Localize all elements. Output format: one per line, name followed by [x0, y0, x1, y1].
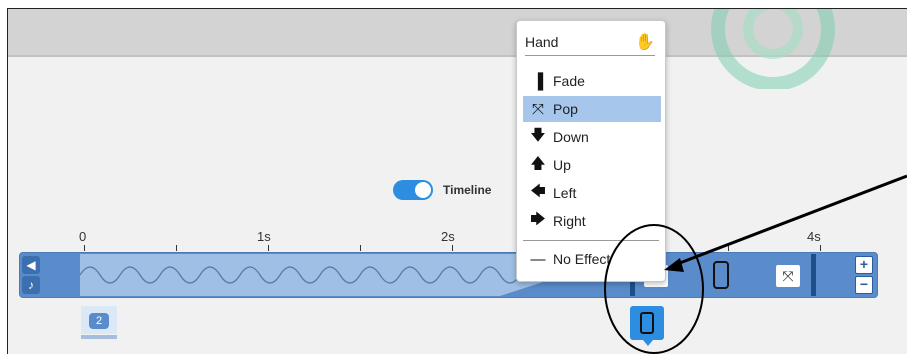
timeline-label: Timeline — [443, 183, 492, 197]
tick-label-1s: 1s — [257, 229, 271, 244]
menu-item-label: Left — [553, 185, 577, 201]
effect-menu: Hand ✋ ▐ Fade ⤧ Pop 🡇 Down 🡅 Up 🡄 Left 🡆… — [516, 20, 666, 282]
tick-label-4s: 4s — [807, 229, 821, 244]
ruler-tick — [176, 245, 177, 251]
menu-item-label: Pop — [553, 101, 578, 117]
pop-icon: ⤧ — [531, 100, 544, 118]
timeline-toggle-group[interactable]: Timeline — [393, 180, 491, 200]
menu-header-label: Hand — [525, 34, 559, 50]
menu-item-label: Up — [553, 157, 571, 173]
menu-item-label: Down — [553, 129, 589, 145]
ruler-tick — [452, 245, 453, 251]
phone-device-card[interactable] — [630, 306, 664, 346]
menu-item-left[interactable]: 🡄 Left — [523, 180, 661, 206]
card-pointer — [643, 340, 653, 346]
arrow-right-icon: 🡆 — [530, 210, 546, 228]
arrow-down-icon: 🡇 — [530, 126, 546, 144]
zoom-in-button[interactable]: + — [855, 256, 873, 274]
pop-effect-end-icon[interactable]: ⤧ — [776, 265, 800, 287]
menu-item-pop[interactable]: ⤧ Pop — [523, 96, 661, 122]
menu-item-down[interactable]: 🡇 Down — [523, 124, 661, 150]
phone-icon — [640, 312, 654, 334]
menu-item-no-effect[interactable]: — No Effect — [523, 246, 661, 272]
marker-count: 2 — [89, 313, 109, 329]
minus-icon: — — [530, 250, 546, 268]
device-phone-icon[interactable] — [713, 261, 729, 289]
menu-header: Hand ✋ — [525, 29, 655, 56]
time-ruler: 0 1s 2s 4s — [18, 229, 888, 251]
toggle-knob — [415, 182, 431, 198]
ruler-tick — [360, 245, 361, 251]
collapse-left-button[interactable]: ◀ — [22, 256, 40, 274]
audio-button[interactable]: ♪ — [22, 276, 40, 294]
marker-underline — [81, 335, 117, 339]
ruler-tick — [84, 245, 85, 251]
zoom-out-button[interactable]: − — [855, 276, 873, 294]
menu-item-right[interactable]: 🡆 Right — [523, 208, 661, 234]
fade-icon: ▐ — [532, 72, 544, 90]
menu-item-up[interactable]: 🡅 Up — [523, 152, 661, 178]
arrow-up-icon: 🡅 — [530, 154, 546, 172]
clip-end-handle[interactable] — [811, 254, 816, 296]
top-panel — [8, 9, 907, 89]
menu-divider — [523, 240, 659, 241]
slide-marker[interactable]: 2 — [81, 306, 117, 339]
ruler-tick — [268, 245, 269, 251]
menu-item-fade[interactable]: ▐ Fade — [523, 68, 661, 94]
ruler-tick — [820, 245, 821, 251]
arrow-left-icon: 🡄 — [530, 182, 546, 200]
hand-icon: ✋ — [635, 34, 655, 51]
timeline-toggle[interactable] — [393, 180, 433, 200]
tick-label-0: 0 — [79, 229, 87, 244]
decorative-graphic — [711, 9, 835, 89]
ruler-tick — [728, 245, 729, 251]
timeline-track[interactable]: ◀ ♪ ⤧ ⤧ + − — [19, 252, 878, 298]
menu-item-label: Fade — [553, 73, 585, 89]
tick-label-2s: 2s — [441, 229, 455, 244]
menu-item-label: Right — [553, 213, 586, 229]
menu-item-label: No Effect — [553, 251, 611, 267]
editor-frame: Timeline 0 1s 2s 4s ◀ ♪ ⤧ ⤧ + − 2 — [7, 8, 907, 354]
